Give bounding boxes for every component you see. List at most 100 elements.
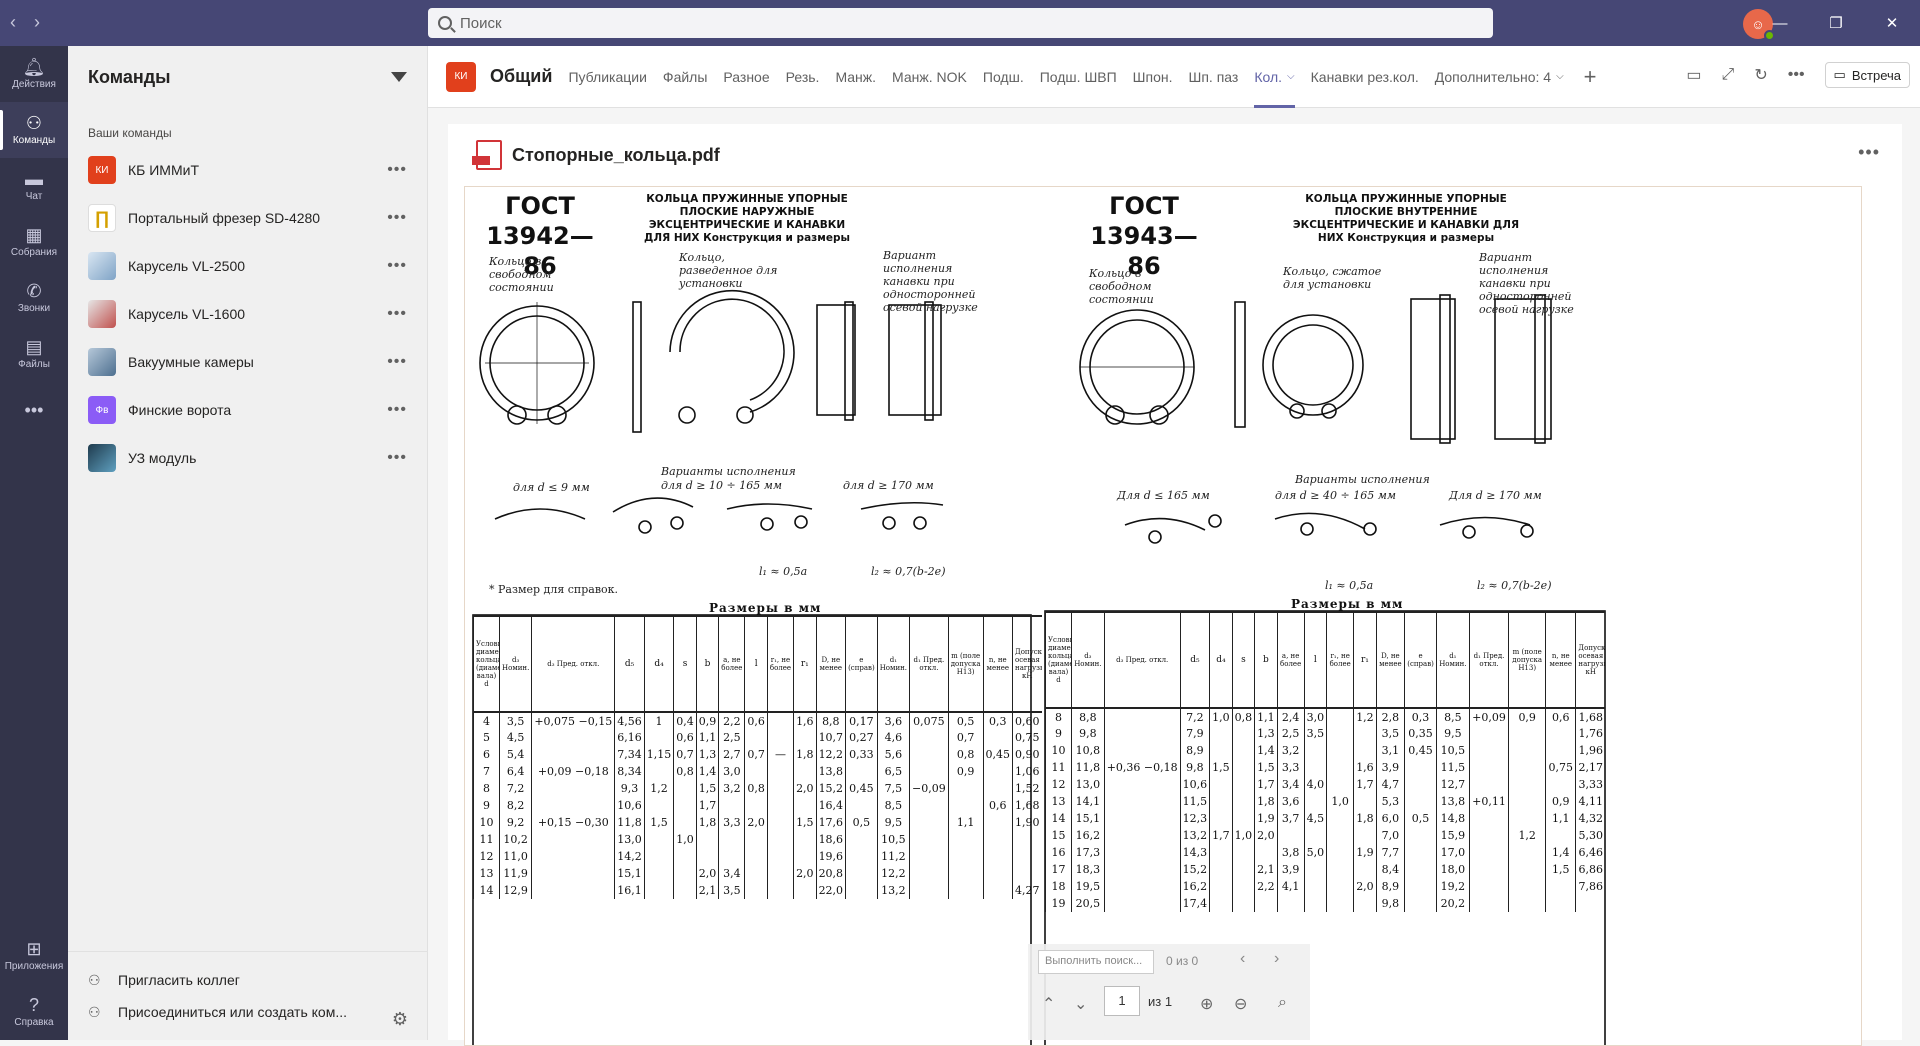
more-options-icon[interactable]: ••• bbox=[387, 353, 407, 371]
team-item[interactable]: УЗ модуль ••• bbox=[68, 434, 427, 482]
gear-icon[interactable]: ⚙ bbox=[392, 1009, 408, 1030]
table-cell: 7,34 bbox=[614, 746, 645, 763]
team-item[interactable]: ∏ Портальный фрезер SD-4280 ••• bbox=[68, 194, 427, 242]
meet-button[interactable]: ▭ Встреча bbox=[1824, 62, 1910, 88]
prev-result-icon[interactable]: ‹ bbox=[1240, 950, 1245, 968]
table-cell bbox=[766, 814, 794, 831]
minimize-icon[interactable]: — bbox=[1752, 0, 1808, 46]
table-row: 14 12,9 16,1 2,1 3,5 22,0 13,2 4,27 bbox=[473, 882, 1042, 899]
table-cell: 0,7 bbox=[673, 746, 697, 763]
page-down-icon[interactable]: ⌄ bbox=[1074, 994, 1087, 1014]
pdf-search-input[interactable]: Выполнить поиск... bbox=[1038, 950, 1154, 974]
table-cell: 2,0 bbox=[793, 865, 817, 882]
more-options-icon[interactable]: ••• bbox=[387, 449, 407, 467]
table-cell: 1,6 bbox=[1353, 759, 1377, 776]
reload-icon[interactable]: ↻ bbox=[1754, 65, 1767, 85]
pdf-page: ГОСТ 13942—86 КОЛЬЦА ПРУЖИННЫЕ УПОРНЫЕ П… bbox=[464, 186, 1862, 1046]
table-cell: 11,8 bbox=[1071, 759, 1105, 776]
table-header-cell: d₃ Пред. откл. bbox=[1103, 611, 1181, 709]
table-cell: 18,6 bbox=[815, 831, 846, 848]
more-options-icon[interactable]: ••• bbox=[387, 209, 407, 227]
team-item[interactable]: Карусель VL-1600 ••• bbox=[68, 290, 427, 338]
table-cell bbox=[766, 865, 794, 882]
table-cell: 10,6 bbox=[1179, 776, 1210, 793]
table-cell: 11,9 bbox=[498, 865, 532, 882]
table-cell bbox=[982, 831, 1013, 848]
tab-bearings[interactable]: Подш. bbox=[983, 46, 1024, 108]
table-row: 16 17,3 14,3 3,8 5,0 1,9 7,7 17,0 1,4 6,46 bbox=[1045, 844, 1605, 861]
page-count: из 1 bbox=[1148, 994, 1173, 1009]
forward-icon[interactable]: › bbox=[34, 12, 40, 33]
calendar-icon: ▦ bbox=[25, 225, 43, 245]
tab-rings[interactable]: Кол. ⌵ bbox=[1254, 46, 1295, 108]
rail-help[interactable]: ? Справка bbox=[0, 984, 68, 1040]
conversation-icon[interactable]: ▭ bbox=[1686, 65, 1701, 85]
table-cell: 0,35 bbox=[1404, 725, 1437, 742]
rail-apps[interactable]: ⊞ Приложения bbox=[0, 928, 68, 984]
zoom-out-icon[interactable]: ⊖ bbox=[1234, 994, 1247, 1014]
table-cell: 17,4 bbox=[1179, 895, 1210, 912]
tab-files[interactable]: Файлы bbox=[663, 46, 707, 108]
page-number-input[interactable]: 1 bbox=[1104, 986, 1140, 1016]
table-cell: +0,11 bbox=[1468, 793, 1509, 810]
table-cell bbox=[909, 882, 949, 899]
table-cell: 3,4 bbox=[1276, 776, 1305, 793]
more-options-icon[interactable]: ••• bbox=[1858, 142, 1880, 163]
more-options-icon[interactable]: ••• bbox=[387, 257, 407, 275]
table-cell: 13,2 bbox=[1179, 827, 1210, 844]
tab-threads[interactable]: Резь. bbox=[786, 46, 820, 108]
rail-chat[interactable]: ▬ Чат bbox=[0, 158, 68, 214]
gost-right-header: КОЛЬЦА ПРУЖИННЫЕ УПОРНЫЕ ПЛОСКИЕ ВНУТРЕН… bbox=[1292, 193, 1520, 244]
invite-colleagues-button[interactable]: ⚇ Пригласить коллег bbox=[88, 964, 408, 996]
close-icon[interactable]: ✕ bbox=[1864, 0, 1920, 46]
team-item[interactable]: КИ КБ ИММиТ ••• bbox=[68, 146, 427, 194]
more-options-icon[interactable]: ••• bbox=[387, 305, 407, 323]
filter-icon[interactable] bbox=[391, 72, 407, 82]
rail-calendar[interactable]: ▦ Собрания bbox=[0, 214, 68, 270]
search-icon[interactable]: ⌕ bbox=[1278, 994, 1287, 1012]
join-create-team-button[interactable]: ⚇ Присоединиться или создать ком... bbox=[88, 996, 408, 1028]
table-cell: 8 bbox=[473, 780, 500, 797]
table-cell bbox=[793, 848, 817, 865]
tab-seals-nok[interactable]: Манж. NOK bbox=[892, 46, 967, 108]
tab-grooves[interactable]: Канавки рез.кол. bbox=[1311, 46, 1419, 108]
more-options-icon[interactable]: ••• bbox=[1788, 66, 1805, 84]
table-cell bbox=[1545, 895, 1576, 912]
rail-activity[interactable]: 🔔︎ Действия bbox=[0, 46, 68, 102]
team-item[interactable]: Карусель VL-2500 ••• bbox=[68, 242, 427, 290]
tab-misc[interactable]: Разное bbox=[723, 46, 769, 108]
rail-calls[interactable]: ✆ Звонки bbox=[0, 270, 68, 326]
back-icon[interactable]: ‹ bbox=[10, 12, 16, 33]
table-body-left: 4 3,5 +0,075 −0,15 4,56 1 0,4 0,9 2,2 0,6 1,6 8,8 0… bbox=[473, 712, 1042, 899]
tab-seals[interactable]: Манж. bbox=[835, 46, 876, 108]
add-tab-icon[interactable]: + bbox=[1584, 64, 1597, 90]
rail-files[interactable]: ▤ Файлы bbox=[0, 326, 68, 382]
table-cell bbox=[1103, 878, 1181, 895]
team-item[interactable]: Фв Финские ворота ••• bbox=[68, 386, 427, 434]
zoom-in-icon[interactable]: ⊕ bbox=[1200, 994, 1213, 1014]
more-options-icon[interactable]: ••• bbox=[387, 401, 407, 419]
tab-keyways[interactable]: Шп. паз bbox=[1189, 46, 1239, 108]
table-cell: 12,2 bbox=[815, 746, 846, 763]
search-input[interactable]: Поиск bbox=[428, 8, 1493, 38]
tab-ballscrew-bearings[interactable]: Подш. ШВП bbox=[1040, 46, 1117, 108]
table-cell: 2,0 bbox=[793, 780, 817, 797]
page-up-icon[interactable]: ⌃ bbox=[1042, 994, 1055, 1014]
expand-icon[interactable]: ⤢ bbox=[1722, 66, 1735, 84]
table-cell: 10,8 bbox=[1071, 742, 1105, 759]
rail-teams[interactable]: ⚇ Команды bbox=[0, 102, 68, 158]
join-team-icon: ⚇ bbox=[88, 1003, 101, 1020]
table-cell bbox=[1545, 827, 1576, 844]
table-left: Условный диаметр кольца (диаметр вала) d… bbox=[473, 615, 1042, 899]
gost-left-header: КОЛЬЦА ПРУЖИННЫЕ УПОРНЫЕ ПЛОСКИЕ НАРУЖНЫ… bbox=[644, 193, 850, 244]
more-options-icon[interactable]: ••• bbox=[387, 161, 407, 179]
tab-posts[interactable]: Публикации bbox=[568, 46, 646, 108]
team-item[interactable]: Вакуумные камеры ••• bbox=[68, 338, 427, 386]
tab-keys[interactable]: Шпон. bbox=[1133, 46, 1173, 108]
tab-more[interactable]: Дополнительно: 4 ⌵ bbox=[1435, 46, 1564, 108]
table-header-cell: b bbox=[1254, 611, 1278, 709]
table-cell bbox=[1209, 895, 1233, 912]
restore-icon[interactable]: ❐ bbox=[1808, 0, 1864, 46]
next-result-icon[interactable]: › bbox=[1274, 950, 1279, 968]
rail-more[interactable]: ••• bbox=[0, 382, 68, 438]
